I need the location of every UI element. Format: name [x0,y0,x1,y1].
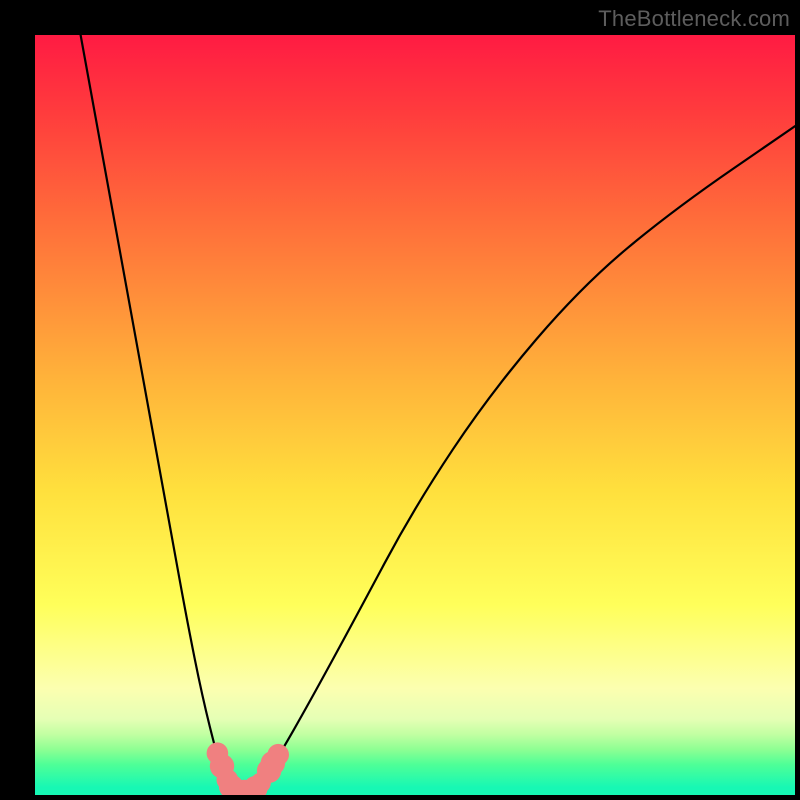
bottleneck-curve [81,35,795,791]
curve-marker [261,751,285,775]
curve-marker [239,780,261,795]
curve-marker [257,759,281,783]
plot-area [35,35,795,795]
curve-marker [226,780,246,795]
curve-marker [233,780,256,795]
curve-marker [217,769,239,791]
curve-marker [210,754,234,778]
curve-markers [207,742,289,795]
curve-marker [219,774,243,795]
curve-marker [267,744,289,766]
curve-marker [207,742,229,764]
curve-layer [35,35,795,795]
watermark-text: TheBottleneck.com [598,6,790,32]
curve-marker [251,773,271,793]
curve-marker [243,776,267,795]
chart-frame: TheBottleneck.com [0,0,800,800]
